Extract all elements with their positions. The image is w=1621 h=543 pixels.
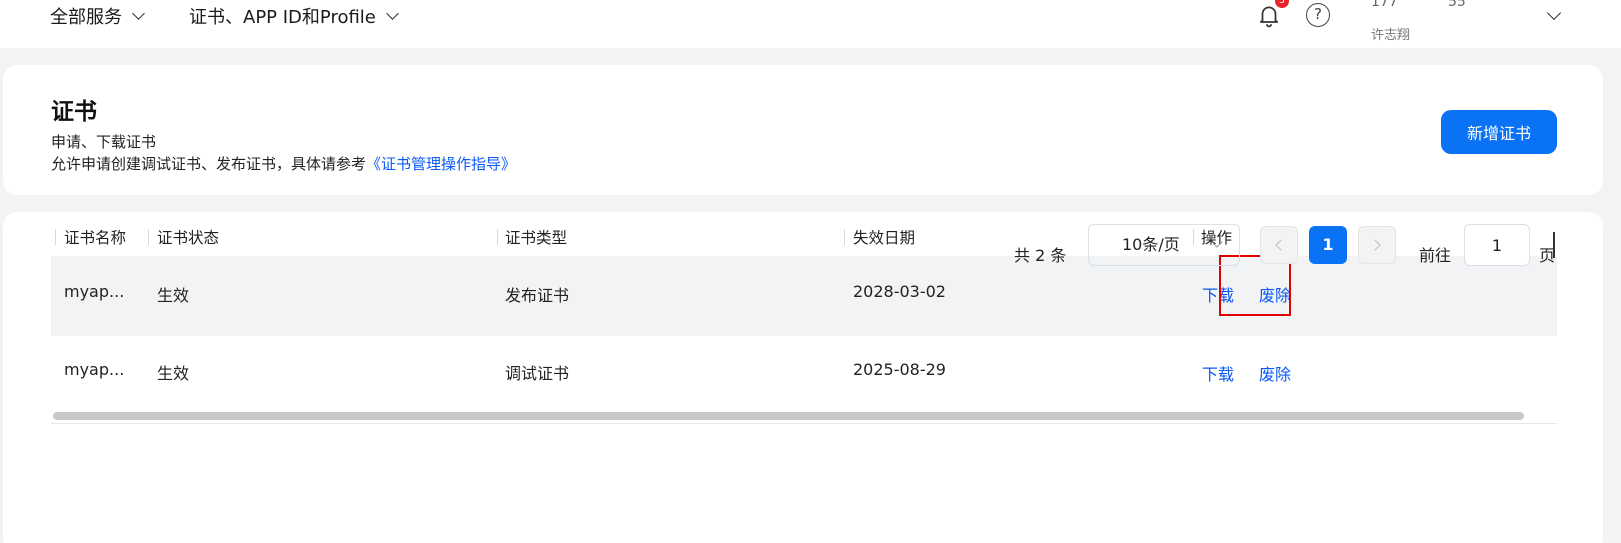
user-meta-value-2: 55 (1448, 0, 1466, 10)
table-row (51, 256, 1557, 336)
cert-type: 发布证书 (505, 286, 570, 305)
nav-certs-profile[interactable]: 证书、APP ID和Profile (189, 3, 399, 29)
cert-status: 生效 (157, 286, 190, 305)
top-nav-bar: 全部服务 证书、APP ID和Profile 3 ? 177 55 许志翔 (0, 0, 1621, 48)
nav-certs-profile-label: 证书、APP ID和Profile (189, 7, 376, 28)
text-cursor (1553, 232, 1555, 258)
column-header-expiry: 失效日期 (853, 229, 916, 247)
cert-expiry: 2025-08-29 (853, 360, 946, 379)
chevron-down-icon (132, 6, 145, 20)
nav-all-services[interactable]: 全部服务 (50, 3, 145, 29)
next-page-button[interactable] (1358, 226, 1396, 264)
page-size-value: 10条/页 (1122, 235, 1180, 254)
column-header-type: 证书类型 (505, 229, 568, 247)
goto-label: 前往 (1419, 246, 1452, 265)
chevron-down-icon (1211, 236, 1223, 248)
table-bottom-divider (51, 423, 1557, 424)
total-count: 共 2 条 (1014, 246, 1067, 265)
cert-guide-link[interactable]: 《证书管理操作指导》 (366, 155, 516, 173)
column-divider (55, 229, 56, 245)
cert-name: myap... (64, 360, 125, 379)
page-description: 允许申请创建调试证书、发布证书，具体请参考《证书管理操作指导》 (51, 153, 516, 174)
help-icon[interactable]: ? (1306, 3, 1330, 27)
user-meta: 177 55 (1371, 0, 1466, 10)
nav-all-services-label: 全部服务 (50, 7, 122, 28)
chevron-down-icon (386, 6, 399, 20)
horizontal-scrollbar[interactable] (53, 412, 1524, 420)
chevron-right-icon (1369, 239, 1381, 251)
cert-status: 生效 (157, 364, 190, 383)
user-name: 许志翔 (1371, 28, 1411, 43)
page-subtitle: 申请、下载证书 (51, 133, 157, 151)
column-divider (497, 229, 498, 245)
user-menu-chevron-down-icon[interactable] (1546, 5, 1562, 21)
add-certificate-button[interactable]: 新增证书 (1441, 110, 1557, 154)
cert-expiry: 2028-03-02 (853, 282, 946, 301)
chevron-left-icon (1275, 239, 1287, 251)
prev-page-button[interactable] (1260, 226, 1298, 264)
page-description-text: 允许申请创建调试证书、发布证书，具体请参考 (51, 155, 367, 173)
page-number-current[interactable]: 1 (1309, 226, 1347, 264)
download-link[interactable]: 下载 (1202, 361, 1234, 385)
column-header-name: 证书名称 (64, 229, 127, 247)
cert-name: myap... (64, 282, 125, 301)
revoke-link[interactable]: 废除 (1259, 361, 1291, 385)
column-header-status: 证书状态 (157, 229, 220, 247)
table-row (51, 336, 1557, 416)
page-size-select[interactable]: 10条/页 (1088, 224, 1240, 266)
cert-type: 调试证书 (505, 364, 570, 383)
notification-badge: 3 (1275, 0, 1289, 8)
column-divider (148, 229, 149, 245)
goto-page-input[interactable] (1464, 224, 1530, 266)
page-title: 证书 (51, 99, 97, 125)
column-divider (844, 229, 845, 245)
user-meta-value-1: 177 (1371, 0, 1398, 10)
page-header-card: 证书 申请、下载证书 允许申请创建调试证书、发布证书，具体请参考《证书管理操作指… (3, 65, 1603, 195)
